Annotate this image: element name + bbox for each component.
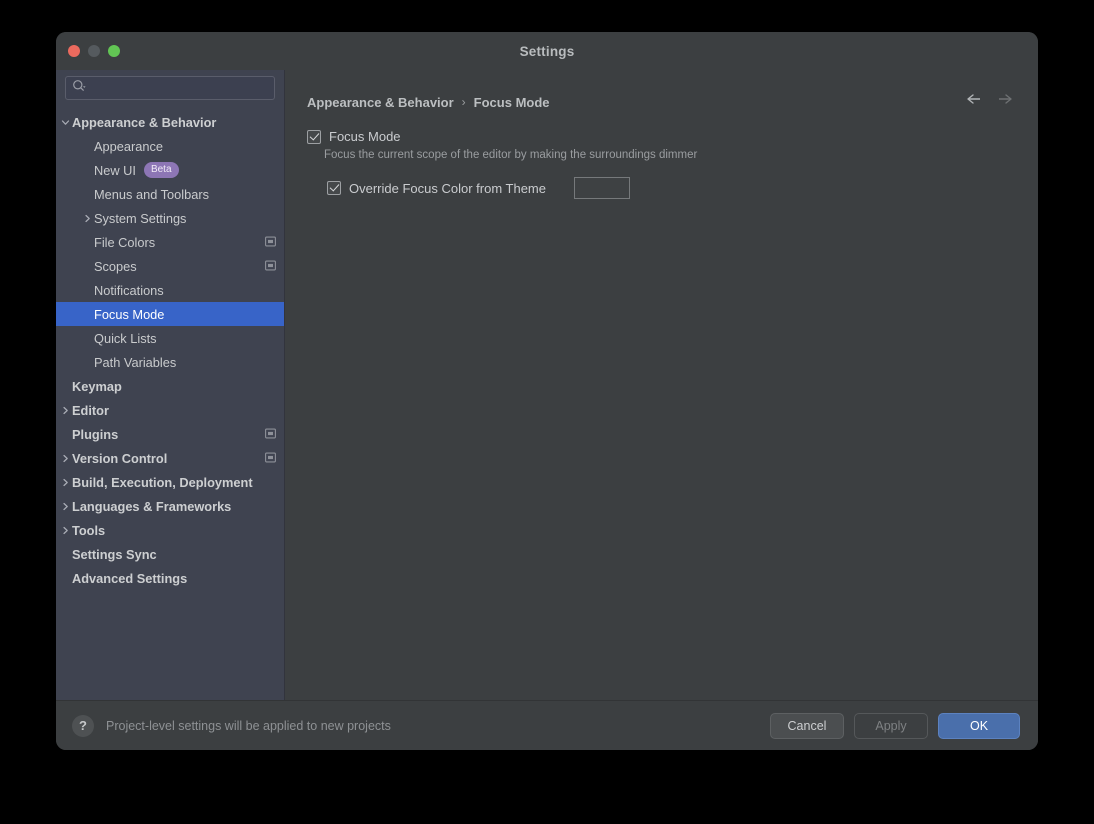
chevron-right-icon[interactable] bbox=[58, 406, 72, 415]
arrow-left-icon[interactable] bbox=[965, 90, 983, 108]
search-icon bbox=[72, 79, 86, 98]
sidebar-item-label: Path Variables bbox=[94, 354, 177, 370]
breadcrumb-parent[interactable]: Appearance & Behavior bbox=[307, 95, 454, 110]
settings-tree: Appearance & Behavior Appearance New UI Bet… bbox=[56, 108, 284, 700]
sidebar-item-appearance[interactable]: Appearance bbox=[56, 134, 284, 158]
sidebar-item-label: Notifications bbox=[94, 282, 164, 298]
sidebar-item-label: Tools bbox=[72, 522, 106, 538]
sidebar-item-label: File Colors bbox=[94, 234, 156, 250]
sidebar-item-label: Plugins bbox=[72, 426, 119, 442]
title-bar: Settings bbox=[56, 32, 1038, 70]
beta-badge: Beta bbox=[143, 162, 179, 178]
sidebar-item-plugins[interactable]: Plugins bbox=[56, 422, 284, 446]
close-button[interactable] bbox=[68, 45, 80, 57]
focus-mode-description: Focus the current scope of the editor by… bbox=[324, 149, 698, 161]
sidebar-item-label: System Settings bbox=[94, 210, 187, 226]
project-level-icon bbox=[265, 259, 276, 274]
sidebar-item-label: Appearance & Behavior bbox=[72, 114, 217, 130]
override-focus-color-checkbox[interactable] bbox=[327, 181, 341, 195]
sidebar-item-label: Build, Execution, Deployment bbox=[72, 474, 253, 490]
arrow-right-icon bbox=[996, 90, 1014, 108]
sidebar-item-path-variables[interactable]: Path Variables bbox=[56, 350, 284, 374]
project-level-icon bbox=[265, 451, 276, 466]
sidebar-item-label: Languages & Frameworks bbox=[72, 498, 232, 514]
sidebar-item-notifications[interactable]: Notifications bbox=[56, 278, 284, 302]
chevron-right-icon[interactable] bbox=[80, 214, 94, 223]
breadcrumb: Appearance & Behavior › Focus Mode bbox=[307, 92, 1014, 112]
sidebar-item-file-colors[interactable]: File Colors bbox=[56, 230, 284, 254]
search-input[interactable] bbox=[90, 81, 268, 95]
focus-mode-option[interactable]: Focus Mode bbox=[307, 129, 1014, 144]
window-title: Settings bbox=[519, 43, 575, 59]
sidebar-item-keymap[interactable]: Keymap bbox=[56, 374, 284, 398]
footer-buttons: Cancel Apply OK bbox=[770, 712, 1020, 739]
sidebar-item-label: Version Control bbox=[72, 450, 168, 466]
project-level-icon bbox=[265, 427, 276, 442]
chevron-down-icon[interactable] bbox=[58, 118, 72, 127]
settings-sidebar: Appearance & Behavior Appearance New UI Bet… bbox=[56, 70, 285, 700]
breadcrumb-separator-icon: › bbox=[461, 95, 466, 109]
sidebar-item-appearance-behavior[interactable]: Appearance & Behavior bbox=[56, 110, 284, 134]
ok-button[interactable]: OK bbox=[938, 712, 1020, 739]
focus-mode-label: Focus Mode bbox=[329, 129, 401, 144]
sidebar-item-label: Keymap bbox=[72, 378, 122, 394]
sidebar-item-menus-and-toolbars[interactable]: Menus and Toolbars bbox=[56, 182, 284, 206]
override-focus-color-label: Override Focus Color from Theme bbox=[349, 180, 546, 196]
minimize-button[interactable] bbox=[88, 45, 100, 57]
breadcrumb-current: Focus Mode bbox=[473, 94, 550, 110]
sidebar-item-focus-mode[interactable]: Focus Mode bbox=[56, 302, 284, 326]
sidebar-item-label: Appearance bbox=[94, 138, 164, 154]
sidebar-item-label: Focus Mode bbox=[94, 306, 165, 322]
sidebar-item-label: Advanced Settings bbox=[72, 570, 188, 586]
sidebar-item-tools[interactable]: Tools bbox=[56, 518, 284, 542]
sidebar-item-advanced-settings[interactable]: Advanced Settings bbox=[56, 566, 284, 590]
chevron-right-icon[interactable] bbox=[58, 478, 72, 487]
sidebar-item-editor[interactable]: Editor bbox=[56, 398, 284, 422]
focus-mode-checkbox[interactable] bbox=[307, 129, 321, 144]
sidebar-item-label: Scopes bbox=[94, 258, 137, 274]
override-focus-color-option[interactable]: Override Focus Color from Theme bbox=[327, 177, 1014, 199]
sidebar-item-quick-lists[interactable]: Quick Lists bbox=[56, 326, 284, 350]
window-controls bbox=[68, 45, 120, 57]
sidebar-item-settings-sync[interactable]: Settings Sync bbox=[56, 542, 284, 566]
focus-color-swatch[interactable] bbox=[574, 177, 630, 199]
dialog-body: Appearance & Behavior Appearance New UI Bet… bbox=[56, 70, 1038, 700]
sidebar-item-label: Settings Sync bbox=[72, 546, 157, 562]
sidebar-item-new-ui[interactable]: New UI Beta bbox=[56, 158, 284, 182]
sidebar-item-label: Editor bbox=[72, 402, 109, 418]
search-container bbox=[56, 70, 284, 108]
sidebar-item-label: Quick Lists bbox=[94, 330, 157, 346]
chevron-right-icon[interactable] bbox=[58, 526, 72, 535]
sidebar-item-version-control[interactable]: Version Control bbox=[56, 446, 284, 470]
chevron-right-icon[interactable] bbox=[58, 454, 72, 463]
sidebar-item-label: New UI bbox=[94, 162, 136, 178]
apply-button[interactable]: Apply bbox=[854, 712, 928, 739]
chevron-right-icon[interactable] bbox=[58, 502, 72, 511]
cancel-button[interactable]: Cancel bbox=[770, 712, 844, 739]
sidebar-item-system-settings[interactable]: System Settings bbox=[56, 206, 284, 230]
sidebar-item-scopes[interactable]: Scopes bbox=[56, 254, 284, 278]
settings-dialog: Settings Appearance & Behavior Appearance bbox=[56, 32, 1038, 750]
project-level-icon bbox=[265, 235, 276, 250]
sidebar-item-label: Menus and Toolbars bbox=[94, 186, 210, 202]
navigation-arrows bbox=[965, 90, 1014, 108]
settings-content-panel: Appearance & Behavior › Focus Mode Focus… bbox=[285, 70, 1038, 700]
sidebar-item-build-execution-deployment[interactable]: Build, Execution, Deployment bbox=[56, 470, 284, 494]
question-mark-icon[interactable]: ? bbox=[72, 714, 94, 737]
dialog-footer: ? Project-level settings will be applied… bbox=[56, 700, 1038, 750]
zoom-button[interactable] bbox=[108, 45, 120, 57]
search-field[interactable] bbox=[65, 76, 275, 100]
sidebar-item-languages-frameworks[interactable]: Languages & Frameworks bbox=[56, 494, 284, 518]
footer-note: Project-level settings will be applied t… bbox=[106, 718, 391, 733]
